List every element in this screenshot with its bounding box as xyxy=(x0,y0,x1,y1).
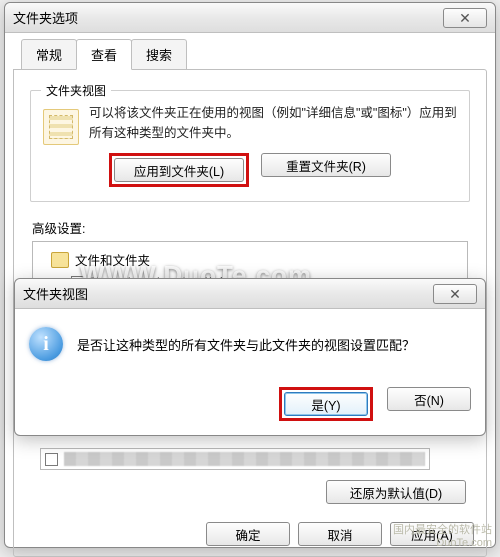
no-button[interactable]: 否(N) xyxy=(387,387,471,411)
brand-line1: 国内最安全的软件站 xyxy=(393,524,492,537)
cancel-button[interactable]: 取消 xyxy=(298,522,382,546)
highlight-yes: 是(Y) xyxy=(279,387,373,421)
folder-icon xyxy=(51,252,69,268)
reset-folders-button[interactable]: 重置文件夹(R) xyxy=(261,153,391,177)
advanced-label: 高级设置: xyxy=(32,218,476,237)
close-icon[interactable] xyxy=(433,284,477,304)
ok-button[interactable]: 确定 xyxy=(206,522,290,546)
confirm-dialog: 文件夹视图 i 是否让这种类型的所有文件夹与此文件夹的视图设置匹配？ 是(Y) … xyxy=(14,278,486,436)
dialog-question: 是否让这种类型的所有文件夹与此文件夹的视图设置匹配？ xyxy=(77,335,415,354)
group-description: 可以将该文件夹正在使用的视图（例如"详细信息"或"图标"）应用到所有这种类型的文… xyxy=(89,103,459,143)
restore-defaults-button[interactable]: 还原为默认值(D) xyxy=(326,480,466,504)
apply-to-folders-button[interactable]: 应用到文件夹(L) xyxy=(114,158,244,182)
tree-root-label: 文件和文件夹 xyxy=(75,250,150,269)
folder-view-group: 文件夹视图 可以将该文件夹正在使用的视图（例如"详细信息"或"图标"）应用到所有… xyxy=(30,90,470,202)
close-icon[interactable] xyxy=(443,8,487,28)
dialog-title: 文件夹视图 xyxy=(23,284,88,303)
folder-view-icon xyxy=(43,109,79,145)
tree-item-label-blurred xyxy=(64,452,425,466)
brand-footer: 国内最安全的软件站 DuoTe.com xyxy=(393,524,492,550)
yes-button[interactable]: 是(Y) xyxy=(284,392,368,416)
checkbox-icon[interactable] xyxy=(45,453,58,466)
tab-search[interactable]: 搜索 xyxy=(131,39,187,70)
tab-view[interactable]: 查看 xyxy=(76,39,132,70)
tree-root[interactable]: 文件和文件夹 xyxy=(37,248,463,271)
info-icon: i xyxy=(29,327,63,361)
folder-options-window: 文件夹选项 常规 查看 搜索 文件夹视图 可以将该文件夹正在使用的视图（例如"详… xyxy=(4,2,496,548)
tab-general[interactable]: 常规 xyxy=(21,39,77,70)
titlebar: 文件夹选项 xyxy=(5,3,495,33)
brand-line2: DuoTe.com xyxy=(393,537,492,550)
tabs: 常规 查看 搜索 xyxy=(5,33,495,70)
highlight-apply: 应用到文件夹(L) xyxy=(109,153,249,187)
group-label: 文件夹视图 xyxy=(41,82,111,99)
window-title: 文件夹选项 xyxy=(13,8,78,27)
dialog-titlebar: 文件夹视图 xyxy=(15,279,485,309)
tree-item-hidden-os[interactable] xyxy=(40,448,430,470)
